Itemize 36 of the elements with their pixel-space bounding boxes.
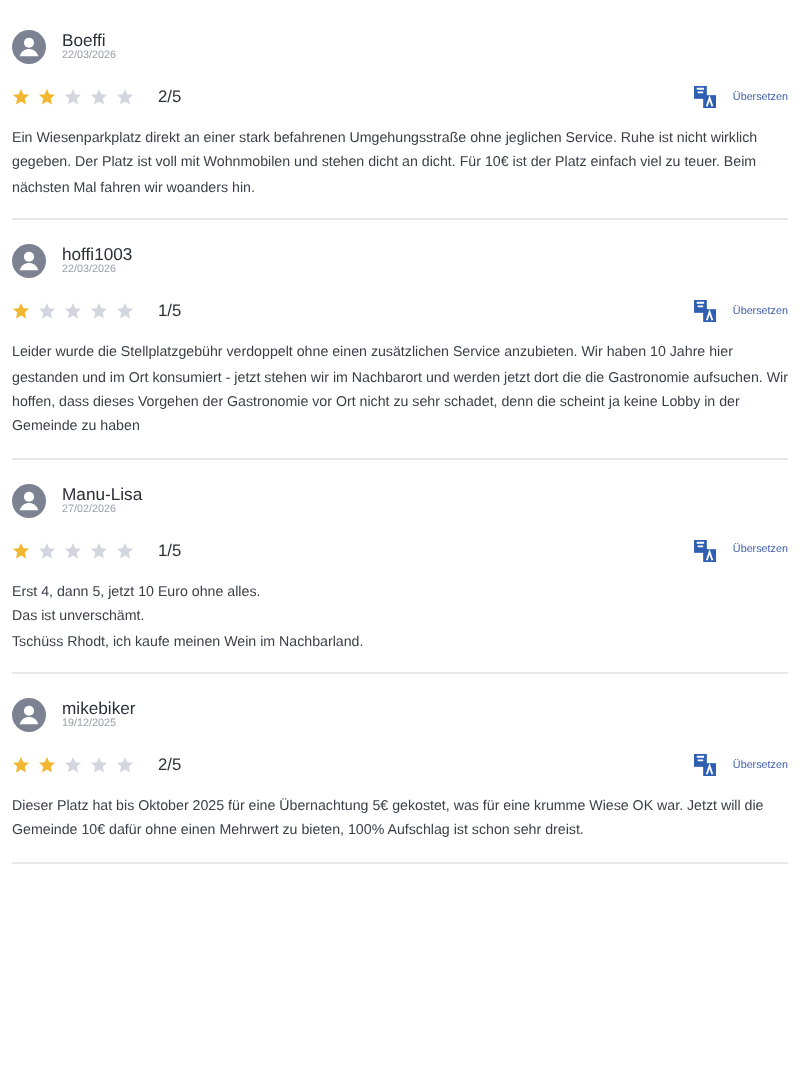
star-icon — [64, 756, 82, 775]
star-icon — [12, 88, 30, 106]
avatar-icon — [12, 483, 46, 518]
author-name: Boeffi — [62, 30, 108, 50]
star-icon — [64, 302, 82, 321]
rating-score: 1/5 — [158, 541, 182, 560]
translate-icon[interactable] — [694, 539, 717, 562]
star-icon — [116, 756, 134, 775]
rating-score: 2/5 — [158, 88, 182, 106]
translate-icon[interactable] — [694, 300, 717, 323]
rating-score: 2/5 — [158, 756, 182, 775]
translate-icon[interactable] — [694, 754, 717, 777]
star-icon — [64, 88, 82, 106]
translate-icon[interactable] — [694, 86, 717, 108]
star-icon — [38, 541, 56, 560]
avatar-icon — [12, 244, 46, 279]
star-icon — [38, 756, 56, 775]
star-icon — [12, 756, 30, 775]
star-icon — [38, 302, 56, 321]
author-name: mikebiker — [62, 698, 136, 719]
author-name: hoffi1003 — [62, 244, 133, 265]
star-icon — [38, 88, 56, 106]
avatar-icon — [12, 30, 46, 64]
rating-score: 1/5 — [158, 302, 182, 321]
star-icon — [116, 541, 134, 560]
star-icon — [12, 302, 30, 321]
author-name: Manu-Lisa — [62, 483, 143, 504]
star-icon — [90, 541, 108, 560]
star-icon — [90, 88, 108, 106]
star-icon — [12, 541, 30, 560]
star-icon — [116, 88, 134, 106]
star-icon — [64, 541, 82, 560]
avatar-icon — [12, 698, 46, 733]
star-icon — [90, 756, 108, 775]
star-icon — [116, 302, 134, 321]
star-icon — [90, 302, 108, 321]
